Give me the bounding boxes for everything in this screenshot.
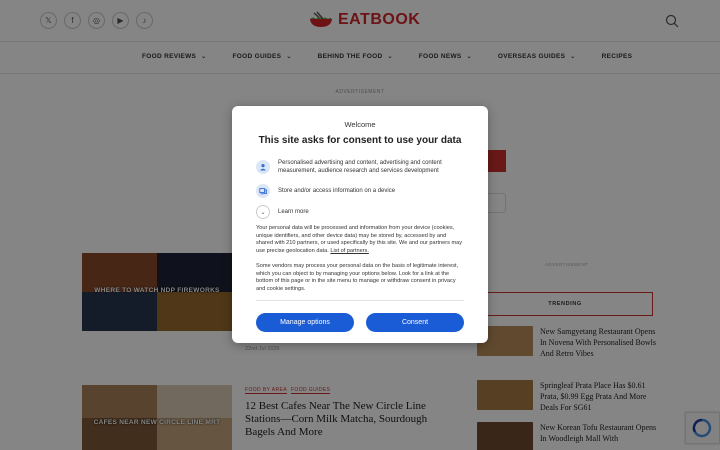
consent-button[interactable]: Consent xyxy=(366,313,464,332)
device-icon xyxy=(256,184,270,198)
purpose-text: Personalised advertising and content, ad… xyxy=(278,160,442,174)
legitimate-interest-paragraph: Some vendors may process your personal d… xyxy=(256,263,459,292)
purpose-text: Store and/or access information on a dev… xyxy=(278,188,396,194)
learn-more-toggle[interactable]: ⌄ Learn more xyxy=(256,205,468,219)
chevron-down-icon: ⌄ xyxy=(256,205,270,219)
manage-options-button[interactable]: Manage options xyxy=(256,313,354,332)
dialog-divider xyxy=(256,300,464,301)
purpose-row: Personalised advertising and content, ad… xyxy=(256,159,468,175)
purpose-row: Store and/or access information on a dev… xyxy=(256,184,468,198)
dialog-welcome: Welcome xyxy=(344,120,376,129)
partners-link[interactable]: List of partners. xyxy=(330,248,369,254)
person-icon xyxy=(256,160,270,174)
consent-dialog: Welcome This site asks for consent to us… xyxy=(232,106,488,343)
consent-paragraph: Your personal data will be processed and… xyxy=(256,225,464,255)
learn-more-label[interactable]: Learn more xyxy=(278,208,468,216)
dialog-title: This site asks for consent to use your d… xyxy=(258,135,462,146)
